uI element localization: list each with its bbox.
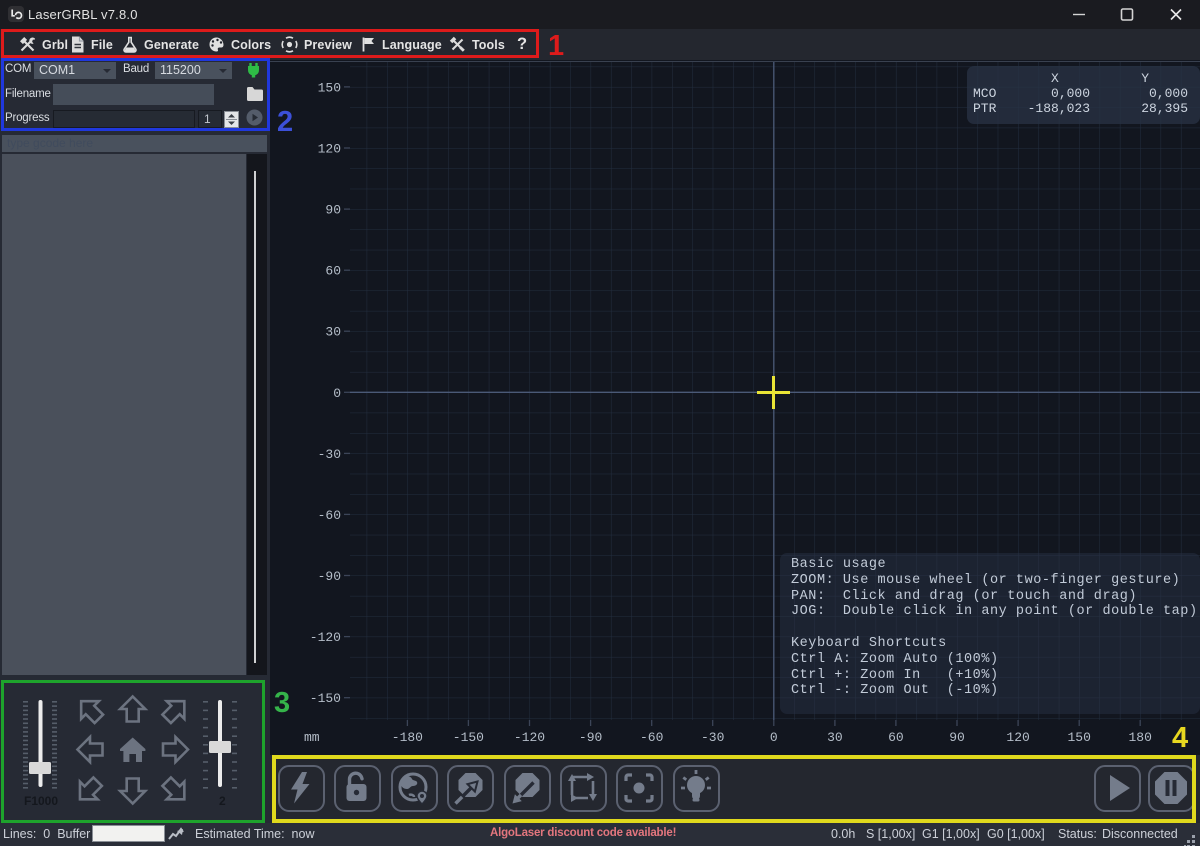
svg-text:-180: -180 — [392, 730, 423, 745]
svg-text:0: 0 — [333, 386, 341, 401]
svg-text:-60: -60 — [640, 730, 663, 745]
svg-text:-150: -150 — [310, 691, 341, 706]
svg-text:60: 60 — [325, 264, 341, 279]
svg-text:-60: -60 — [318, 508, 341, 523]
svg-text:-90: -90 — [579, 730, 602, 745]
svg-text:30: 30 — [325, 325, 341, 340]
svg-text:-120: -120 — [310, 630, 341, 645]
svg-text:-30: -30 — [318, 447, 341, 462]
svg-text:90: 90 — [949, 730, 965, 745]
svg-text:30: 30 — [827, 730, 843, 745]
svg-text:-30: -30 — [701, 730, 724, 745]
svg-text:150: 150 — [1067, 730, 1090, 745]
svg-text:150: 150 — [318, 80, 341, 95]
svg-text:-120: -120 — [514, 730, 545, 745]
svg-text:0: 0 — [770, 730, 778, 745]
svg-text:-90: -90 — [318, 569, 341, 584]
svg-text:-150: -150 — [453, 730, 484, 745]
svg-text:180: 180 — [1128, 730, 1151, 745]
svg-text:120: 120 — [318, 142, 341, 157]
svg-text:120: 120 — [1006, 730, 1029, 745]
svg-text:60: 60 — [888, 730, 904, 745]
svg-text:90: 90 — [325, 203, 341, 218]
svg-text:mm: mm — [304, 730, 320, 745]
